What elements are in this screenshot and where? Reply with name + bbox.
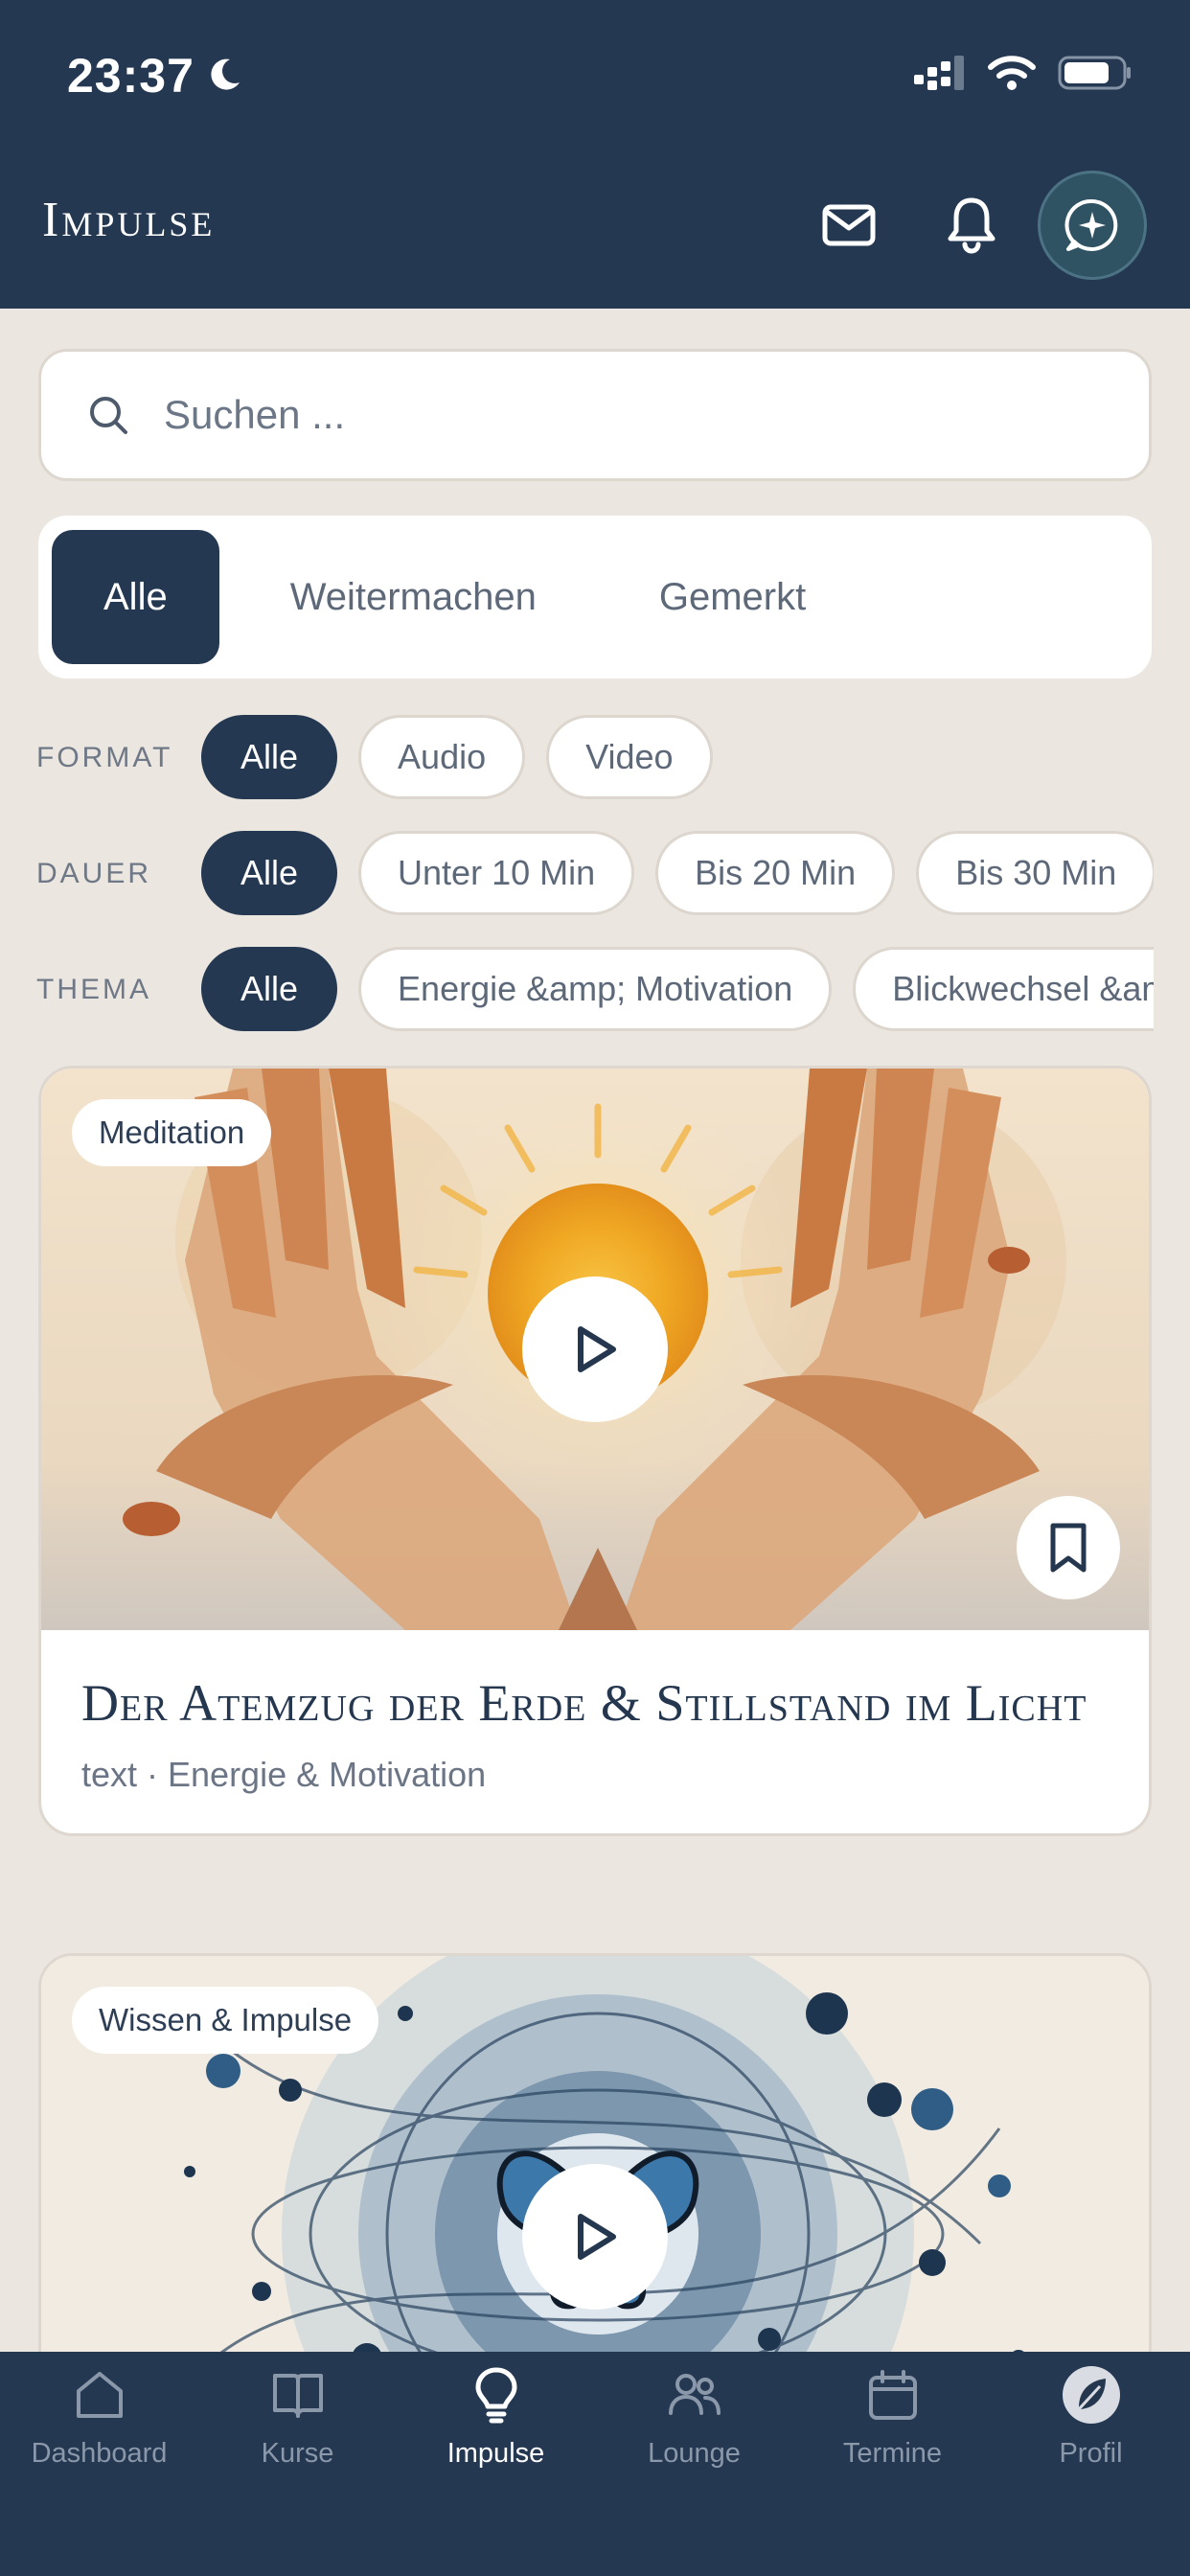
moon-icon [211,58,240,90]
search-icon [90,397,127,434]
search-bar[interactable] [38,349,1152,481]
users-icon [668,2374,721,2415]
card-image: Meditation [41,1069,1149,1630]
book-icon [272,2374,323,2418]
filter-label-dauer: DAUER [36,858,152,889]
notifications-button[interactable] [943,196,1000,254]
bell-icon [948,197,995,254]
filter-dauer: DAUER Alle Unter 10 Min Bis 20 Min Bis 3… [0,831,1190,917]
format-chip-video[interactable]: Video [546,715,713,799]
bottom-navigation: Dashboard Kurse Impulse Lounge Termine P… [0,2352,1190,2576]
status-icons [912,54,1133,92]
app-header: 23:37 Impulse [0,0,1190,309]
nav-label: Kurse [261,2438,334,2469]
messages-button[interactable] [820,196,878,254]
home-icon [76,2372,123,2418]
nav-dashboard[interactable]: Dashboard [0,2352,198,2476]
nav-label: Dashboard [31,2438,168,2469]
tab-gemerkt[interactable]: Gemerkt [607,530,858,664]
tab-weitermachen[interactable]: Weitermachen [239,530,588,664]
dauer-chip-unter-10[interactable]: Unter 10 Min [358,831,635,915]
nav-label: Termine [842,2438,943,2469]
bookmark-icon [1050,1523,1087,1573]
nav-kurse[interactable]: Kurse [198,2352,397,2476]
filter-label-format: FORMAT [36,742,173,773]
nav-impulse[interactable]: Impulse [397,2352,595,2476]
nav-profil[interactable]: Profil [992,2352,1190,2476]
status-time: 23:37 [67,49,195,103]
thema-chip-energie[interactable]: Energie &amp; Motivation [358,947,833,1031]
leaf-avatar-icon [1062,2366,1120,2424]
nav-label: Impulse [446,2438,545,2469]
tab-alle[interactable]: Alle [52,530,219,664]
nav-label: Lounge [648,2438,741,2469]
dauer-chip-alle[interactable]: Alle [201,831,338,915]
bookmark-button[interactable] [1017,1496,1120,1599]
tab-bar: Alle Weitermachen Gemerkt [38,516,1152,678]
mail-icon [822,204,876,246]
format-chip-alle[interactable]: Alle [201,715,338,799]
assistant-button[interactable] [1038,171,1147,280]
card-title: Der Atemzug der Erde & Stillstand im Lic… [81,1674,1087,1732]
format-chip-audio[interactable]: Audio [358,715,526,799]
card-meta: text · Energie & Motivation [81,1755,487,1794]
category-badge: Wissen & Impulse [72,1987,379,2054]
sparkle-chat-icon [1064,198,1118,251]
nav-lounge[interactable]: Lounge [595,2352,793,2476]
wifi-icon [988,56,1036,90]
nav-termine[interactable]: Termine [793,2352,992,2476]
filter-format: FORMAT Alle Audio Video [0,715,1190,801]
nav-label: Profil [1059,2438,1123,2469]
calendar-icon [868,2370,917,2420]
play-icon [578,1326,616,1372]
play-button[interactable] [522,2164,668,2310]
play-icon [578,2214,616,2260]
filter-thema: THEMA Alle Energie &amp; Motivation Blic… [0,947,1190,1033]
thema-chip-blickwechsel[interactable]: Blickwechsel &am [853,947,1154,1031]
dauer-chip-bis-20[interactable]: Bis 20 Min [655,831,896,915]
filter-label-thema: THEMA [36,974,151,1005]
category-badge: Meditation [72,1099,272,1166]
search-input[interactable] [164,392,1026,438]
page-title: Impulse [42,193,216,247]
battery-icon [1058,56,1131,90]
play-button[interactable] [522,1276,668,1422]
signal-icon [914,56,964,90]
content-card[interactable]: Meditation Der Atemzug der Erde & Stills… [38,1066,1152,1836]
thema-chip-alle[interactable]: Alle [201,947,338,1031]
lightbulb-icon [475,2367,516,2424]
dauer-chip-bis-30[interactable]: Bis 30 Min [916,831,1154,915]
